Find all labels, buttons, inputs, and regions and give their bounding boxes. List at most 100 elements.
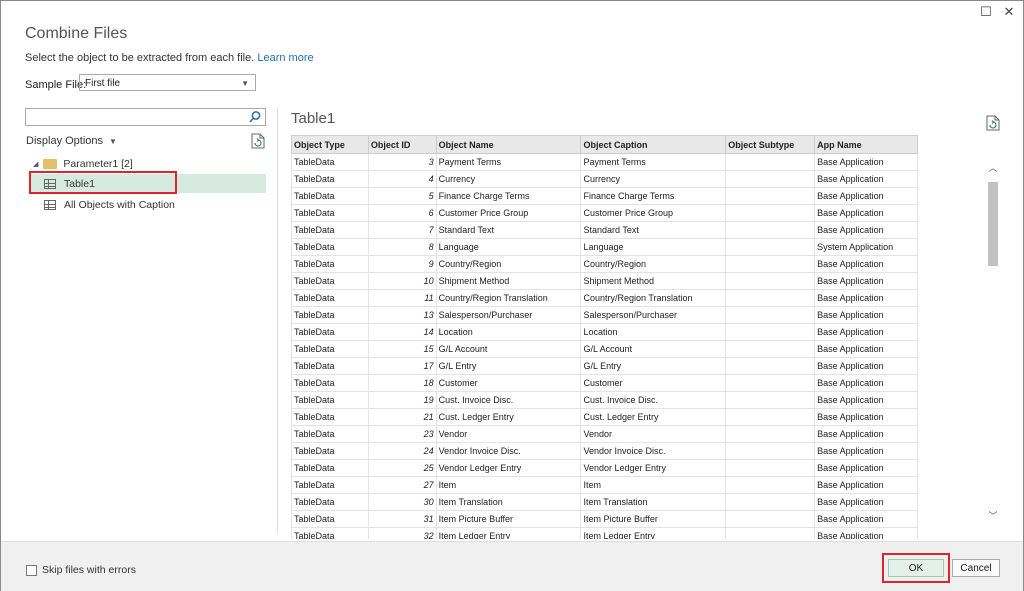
table-row: TableData 17 G/L Entry G/L Entry Base Applic… [291, 357, 918, 375]
table-row: TableData 18 Customer Customer Base Applicat… [291, 374, 918, 392]
table-cell [725, 442, 816, 460]
table-cell [725, 255, 816, 273]
table-cell [725, 340, 816, 358]
refresh-preview-icon[interactable] [251, 133, 265, 149]
scroll-up-icon[interactable]: ︿ [986, 162, 1000, 174]
display-options-menu[interactable]: Display Options ▼ [26, 135, 117, 147]
tree-folder-parameter1[interactable]: ◢ Parameter1 [2] [33, 158, 133, 170]
table-cell: Item [580, 476, 727, 494]
table-cell: TableData [291, 255, 369, 273]
table-cell: Country/Region [435, 255, 582, 273]
cancel-button[interactable]: Cancel [952, 559, 1000, 577]
table-cell [725, 374, 816, 392]
combine-files-dialog: ☐ ✕ Combine Files Select the object to b… [0, 0, 1024, 591]
learn-more-link[interactable]: Learn more [257, 52, 313, 64]
table-cell: Salesperson/Purchaser [435, 306, 582, 324]
highlight-box-table1 [29, 171, 177, 194]
table-cell: 21 [367, 408, 437, 426]
table-cell: TableData [291, 221, 369, 239]
table-cell: Base Application [814, 153, 918, 171]
table-cell: 14 [367, 323, 437, 341]
table-cell: Vendor Ledger Entry [435, 459, 582, 477]
table-cell: TableData [291, 527, 369, 539]
column-header[interactable]: Object Subtype [725, 135, 816, 154]
table-cell: 9 [367, 255, 437, 273]
table-cell: Shipment Method [580, 272, 727, 290]
table-cell: TableData [291, 391, 369, 409]
table-cell: TableData [291, 170, 369, 188]
table-cell: 24 [367, 442, 437, 460]
table-cell: Base Application [814, 442, 918, 460]
skip-files-checkbox[interactable]: Skip files with errors [26, 564, 136, 576]
scroll-down-icon[interactable]: ﹀ [986, 510, 1000, 522]
expand-triangle-icon[interactable]: ◢ [33, 160, 38, 168]
table-cell: Base Application [814, 527, 918, 539]
table-cell: 25 [367, 459, 437, 477]
table-cell: G/L Account [580, 340, 727, 358]
pane-divider[interactable] [277, 108, 278, 533]
column-header[interactable]: Object Name [435, 135, 582, 154]
table-cell: Base Application [814, 357, 918, 375]
table-cell: Customer Price Group [580, 204, 727, 222]
table-cell: 10 [367, 272, 437, 290]
table-cell: G/L Entry [580, 357, 727, 375]
tree-item-all-objects-with-caption[interactable]: All Objects with Caption [29, 195, 266, 214]
table-cell: Country/Region Translation [580, 289, 727, 307]
search-input[interactable] [25, 108, 266, 126]
table-cell: TableData [291, 238, 369, 256]
table-cell [725, 357, 816, 375]
table-cell: Base Application [814, 221, 918, 239]
table-row: TableData 8 Language Language System Applica… [291, 238, 918, 256]
table-cell: Base Application [814, 306, 918, 324]
column-header[interactable]: Object Type [291, 135, 369, 154]
column-header[interactable]: Object Caption [580, 135, 727, 154]
tree-item-label: All Objects with Caption [64, 198, 175, 211]
table-cell [725, 527, 816, 539]
table-row: TableData 9 Country/Region Country/Region Ba… [291, 255, 918, 273]
table-cell: Base Application [814, 510, 918, 528]
highlight-box-ok [882, 553, 950, 583]
table-cell: Finance Charge Terms [580, 187, 727, 205]
table-cell: Cust. Ledger Entry [435, 408, 582, 426]
table-cell: Item Translation [580, 493, 727, 511]
table-cell: Base Application [814, 374, 918, 392]
table-row: TableData 21 Cust. Ledger Entry Cust. Ledge… [291, 408, 918, 426]
dialog-footer: Skip files with errors OK Cancel [1, 541, 1023, 591]
table-cell: Item Picture Buffer [435, 510, 582, 528]
table-cell: Item Ledger Entry [580, 527, 727, 539]
table-cell [725, 510, 816, 528]
column-header[interactable]: App Name [814, 135, 918, 154]
checkbox-icon[interactable] [26, 564, 37, 576]
table-header-row: Object Type Object ID Object Name Object Ca… [291, 135, 918, 154]
column-header[interactable]: Object ID [367, 135, 437, 154]
maximize-icon[interactable]: ☐ [976, 3, 996, 21]
table-cell [725, 459, 816, 477]
vertical-scrollbar[interactable]: ︿ ﹀ [986, 154, 1000, 526]
table-cell: Customer [435, 374, 582, 392]
table-cell: 5 [367, 187, 437, 205]
table-cell: 17 [367, 357, 437, 375]
table-row: TableData 24 Vendor Invoice Disc. Vendor In… [291, 442, 918, 460]
table-row: TableData 14 Location Location Base Applicat… [291, 323, 918, 341]
search-icon[interactable] [248, 110, 262, 124]
table-row: TableData 30 Item Translation Item Translat… [291, 493, 918, 511]
table-row: TableData 7 Standard Text Standard Text Base… [291, 221, 918, 239]
sample-file-select[interactable]: First file ▼ [79, 74, 256, 91]
scrollbar-thumb[interactable] [988, 182, 998, 266]
table-cell [725, 323, 816, 341]
sample-file-value: First file [85, 78, 120, 89]
table-row: TableData 13 Salesperson/Purchaser Salesper… [291, 306, 918, 324]
table-cell: Item Translation [435, 493, 582, 511]
table-row: TableData 10 Shipment Method Shipment Metho… [291, 272, 918, 290]
table-cell [725, 476, 816, 494]
table-cell: Cust. Ledger Entry [580, 408, 727, 426]
table-cell: Standard Text [580, 221, 727, 239]
table-cell [725, 391, 816, 409]
table-cell: Base Application [814, 255, 918, 273]
table-cell: Base Application [814, 476, 918, 494]
table-cell: 15 [367, 340, 437, 358]
close-icon[interactable]: ✕ [999, 3, 1019, 21]
preview-table-container: Object Type Object ID Object Name Object Ca… [291, 135, 918, 539]
table-row: TableData 27 Item Item Base Application [291, 476, 918, 494]
refresh-icon[interactable] [986, 115, 1000, 131]
